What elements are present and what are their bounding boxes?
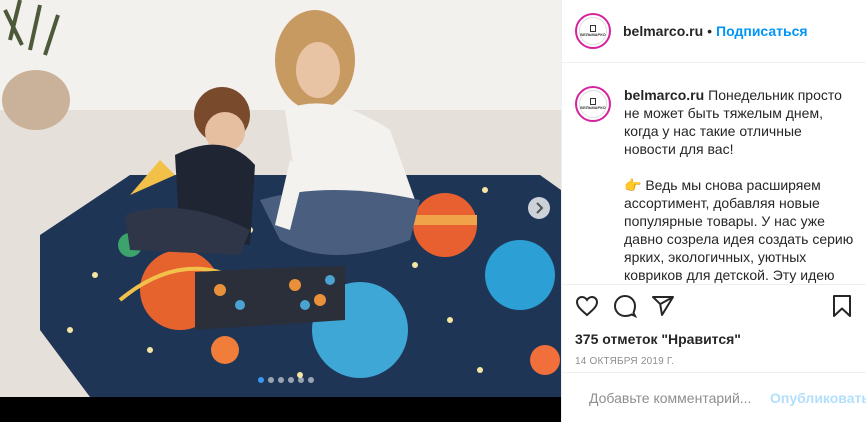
comment-bubble-icon[interactable] — [613, 294, 637, 318]
comment-input[interactable] — [589, 389, 770, 406]
actions-section: 375 отметок "Нравится" 14 октября 2019 г… — [562, 284, 866, 367]
caption-avatar-wrap: БЕЛЬМАРКО — [575, 86, 611, 284]
action-bar — [575, 293, 854, 319]
separator-dot: • — [707, 23, 713, 39]
logo-text: БЕЛЬМАРКО — [580, 105, 606, 110]
carousel-dot — [278, 377, 284, 383]
carousel-dot — [268, 377, 274, 383]
caption-section: БЕЛЬМАРКО belmarco.ru Понедельник просто … — [562, 64, 866, 284]
caption-username[interactable]: belmarco.ru — [624, 87, 704, 103]
carousel-next-button[interactable] — [528, 197, 550, 219]
logo-mark — [590, 25, 596, 32]
publish-button[interactable]: Опубликовать — [770, 390, 866, 406]
logo-text: БЕЛЬМАРКО — [580, 32, 606, 37]
post-header: БЕЛЬМАРКО belmarco.ru • Подписаться — [562, 0, 866, 63]
brand-logo: БЕЛЬМАРКО — [579, 90, 607, 118]
avatar[interactable]: БЕЛЬМАРКО — [575, 86, 611, 122]
likes-count[interactable]: 375 отметок "Нравится" — [575, 331, 854, 347]
post-sidebar: БЕЛЬМАРКО belmarco.ru • Подписаться БЕЛЬ… — [561, 0, 866, 422]
avatar[interactable]: БЕЛЬМАРКО — [575, 13, 611, 49]
carousel-dot — [298, 377, 304, 383]
photo-image — [0, 0, 561, 397]
caption-paragraph: 👉 Ведь мы снова расширяем ассортимент, д… — [624, 177, 854, 283]
post-date: 14 октября 2019 г. — [575, 356, 675, 367]
carousel-dot — [308, 377, 314, 383]
comment-form: Опубликовать — [562, 372, 866, 422]
carousel-dot — [288, 377, 294, 383]
carousel-indicator — [258, 377, 314, 383]
bookmark-icon[interactable] — [830, 294, 854, 318]
carousel-dot — [258, 377, 264, 383]
username-link[interactable]: belmarco.ru — [623, 23, 703, 39]
caption-paragraph: belmarco.ru Понедельник просто не может б… — [624, 86, 854, 158]
follow-button[interactable]: Подписаться — [716, 23, 808, 39]
caption-text: belmarco.ru Понедельник просто не может б… — [624, 86, 854, 284]
post-photo[interactable] — [0, 0, 561, 397]
brand-logo: БЕЛЬМАРКО — [579, 17, 607, 45]
paper-plane-icon[interactable] — [651, 294, 675, 318]
logo-mark — [590, 98, 596, 105]
post-modal: БЕЛЬМАРКО belmarco.ru • Подписаться БЕЛЬ… — [0, 0, 866, 422]
chevron-right-icon — [536, 202, 544, 214]
heart-icon[interactable] — [575, 294, 599, 318]
